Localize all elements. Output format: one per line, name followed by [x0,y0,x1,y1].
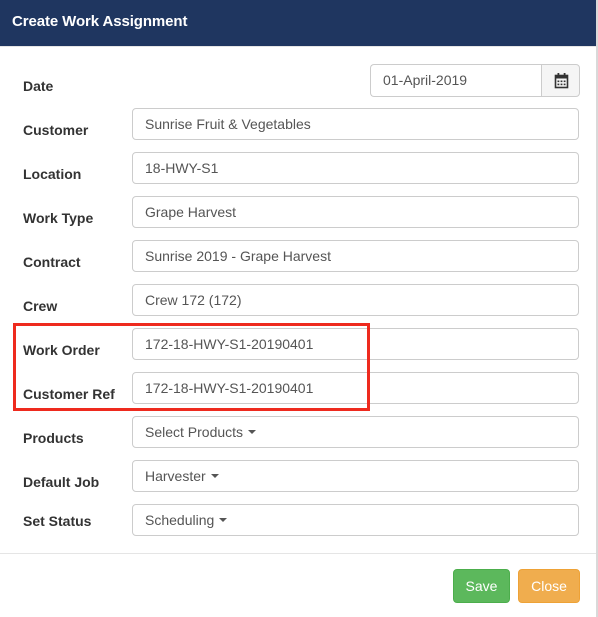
set-status-label: Set Status [23,513,92,529]
location-field[interactable]: 18-HWY-S1 [132,152,579,184]
crew-label: Crew [23,298,58,314]
contract-field[interactable]: Sunrise 2019 - Grape Harvest [132,240,579,272]
work-type-field[interactable]: Grape Harvest [132,196,579,228]
set-status-dropdown[interactable]: Scheduling [132,504,579,536]
contract-label: Contract [23,254,81,270]
date-picker: 01-April-2019 [370,64,580,97]
crew-field[interactable]: Crew 172 (172) [132,284,579,316]
dialog-title: Create Work Assignment [12,13,188,30]
caret-down-icon [248,430,257,435]
caret-down-icon [219,518,228,523]
location-label: Location [23,166,82,182]
customer-label: Customer [23,122,89,138]
caret-down-icon [210,474,219,479]
date-label: Date [23,78,54,94]
close-button[interactable]: Close [518,569,580,603]
date-picker-button[interactable] [541,64,580,97]
customer-field[interactable]: Sunrise Fruit & Vegetables [132,108,579,140]
dialog-header: Create Work Assignment [0,0,596,46]
products-dropdown[interactable]: Select Products [132,416,579,448]
default-job-dropdown[interactable]: Harvester [132,460,579,492]
work-type-label: Work Type [23,210,94,226]
header-divider [0,46,596,47]
save-button[interactable]: Save [453,569,510,603]
default-job-dropdown-label: Harvester [145,468,206,484]
create-work-assignment-dialog: Create Work Assignment Date 01-April-201… [0,0,598,617]
date-input[interactable]: 01-April-2019 [370,64,542,97]
products-dropdown-label: Select Products [145,424,244,440]
footer-divider [0,553,596,554]
products-label: Products [23,430,84,446]
calendar-icon [554,73,569,89]
highlight-box [13,323,370,411]
set-status-dropdown-label: Scheduling [145,512,215,528]
default-job-label: Default Job [23,474,100,490]
